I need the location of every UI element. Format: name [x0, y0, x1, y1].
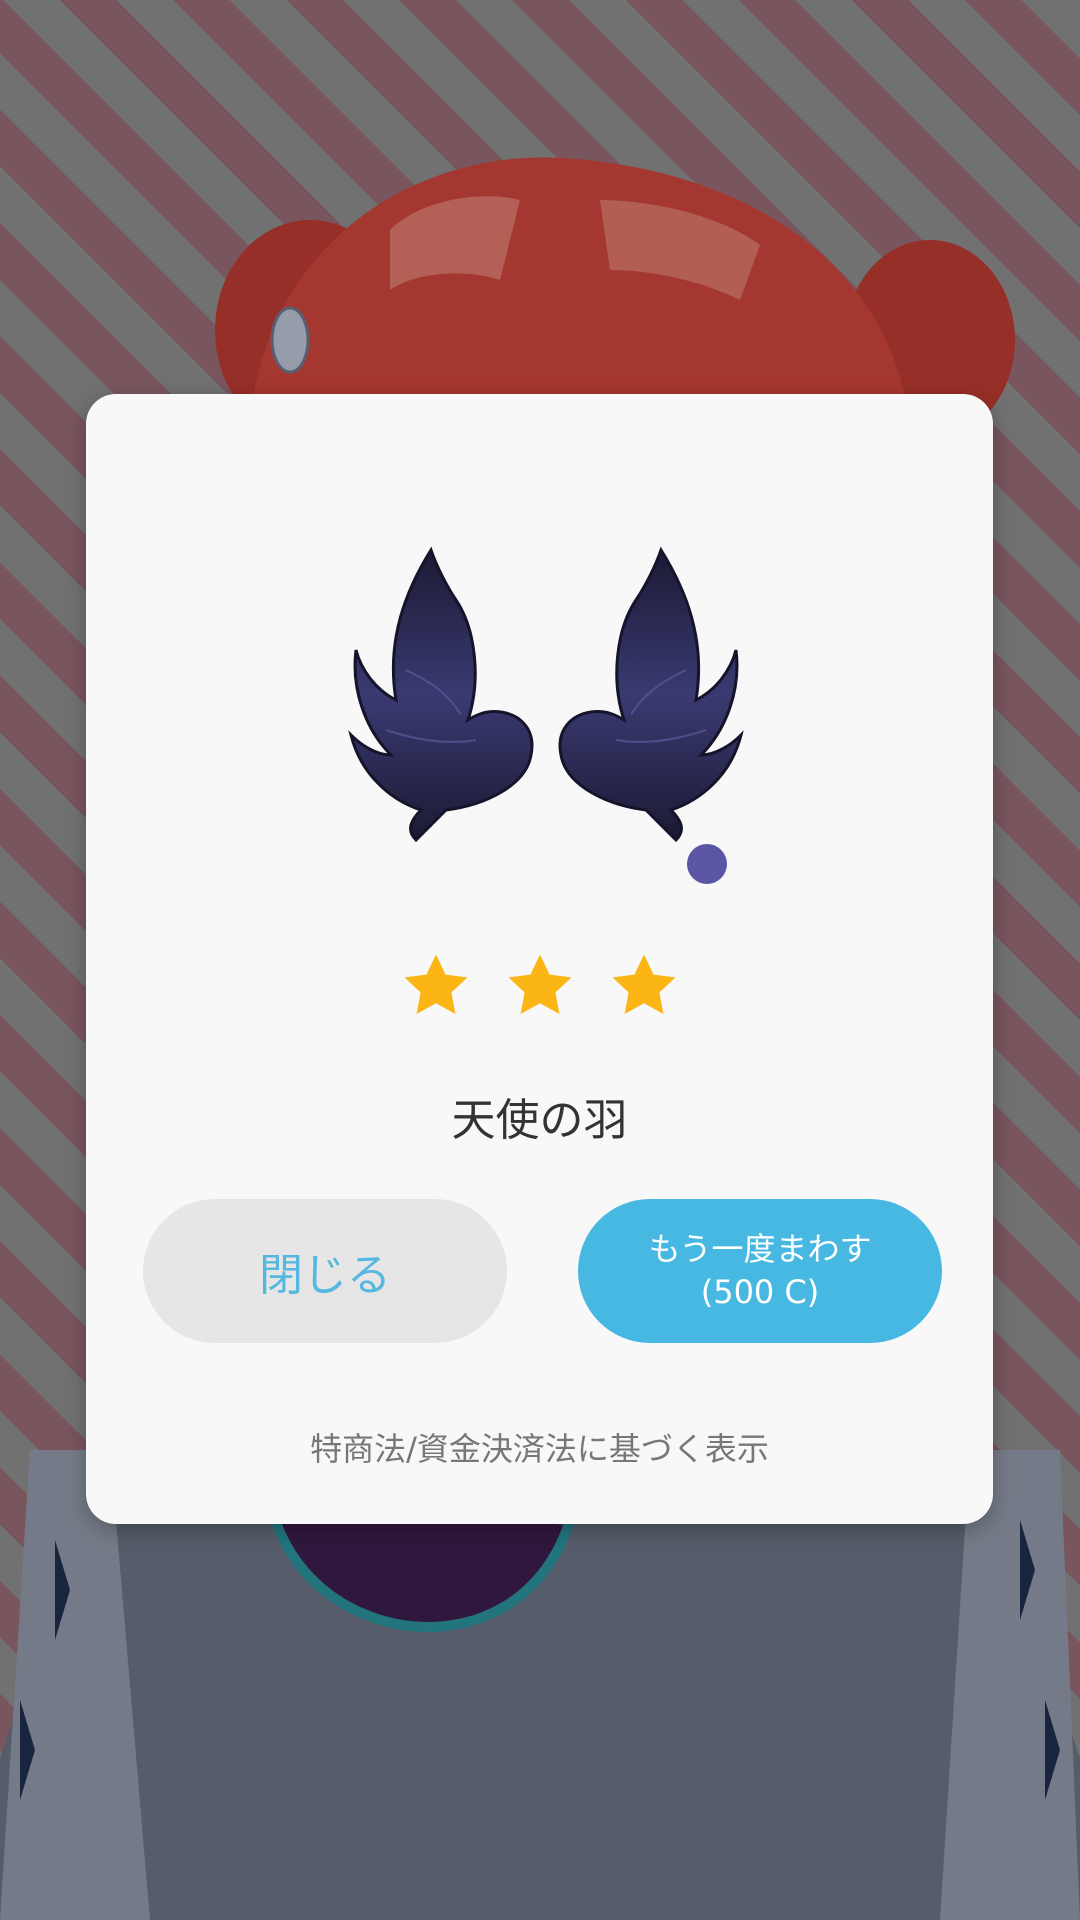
spin-again-cost: (500 C) [700, 1273, 820, 1311]
close-button[interactable]: 閉じる [143, 1199, 507, 1343]
star-icon [508, 954, 571, 1015]
rarity-stars [86, 949, 993, 1023]
close-button-label: 閉じる [259, 1250, 391, 1301]
angel-wings-icon [348, 546, 744, 843]
legal-notice-link[interactable]: 特商法/資金決済法に基づく表示 [86, 1424, 993, 1470]
spin-again-button[interactable]: もう一度まわす (500 C) [578, 1199, 942, 1343]
app-screen: 天使の羽 閉じる もう一度まわす (500 C) 特商法/資金決済法に基づく表示 [0, 0, 1080, 1920]
star-icon [612, 954, 675, 1015]
star-icon [404, 954, 467, 1015]
item-name: 天使の羽 [451, 1095, 628, 1146]
spin-again-label: もう一度まわす [648, 1229, 872, 1268]
new-item-indicator [687, 844, 727, 884]
gacha-result-dialog: 天使の羽 閉じる もう一度まわす (500 C) 特商法/資金決済法に基づく表示 [86, 394, 993, 1524]
